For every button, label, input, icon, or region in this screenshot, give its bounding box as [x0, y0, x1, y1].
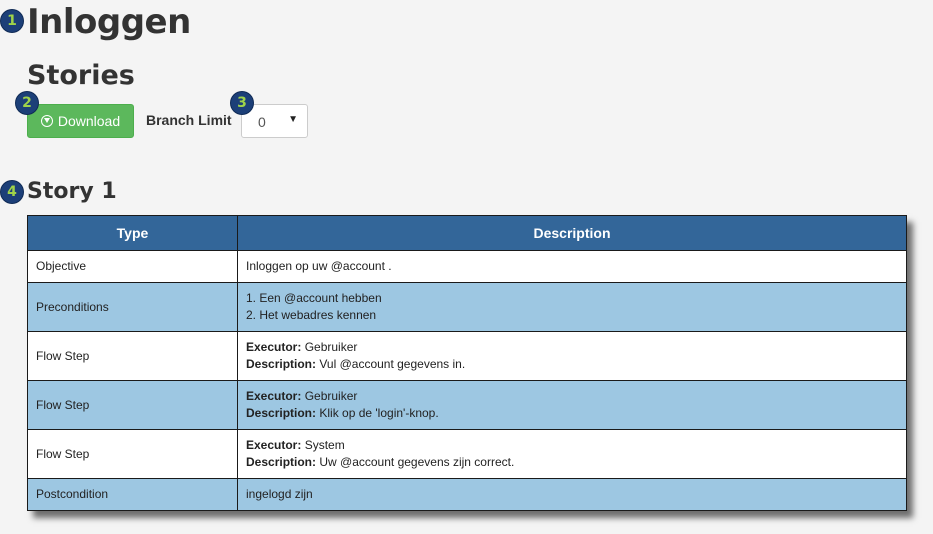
row-description: 1. Een @account hebben 2. Het webadres k…	[237, 282, 907, 332]
row-type: Flow Step	[27, 331, 238, 381]
section-title: Stories	[27, 60, 135, 91]
row-type: Objective	[27, 250, 238, 283]
table-row: Flow Step Executor: Gebruiker Descriptio…	[27, 380, 907, 430]
executor-label: Executor:	[246, 438, 302, 452]
table-row: Flow Step Executor: System Description: …	[27, 429, 907, 479]
row-type: Preconditions	[27, 282, 238, 332]
row-description: ingelogd zijn	[237, 478, 907, 511]
description-value: Vul @account gegevens in.	[319, 357, 466, 371]
annotation-badge-1: 1	[1, 10, 23, 32]
executor-value: Gebruiker	[304, 389, 358, 403]
download-button-label: Download	[57, 113, 121, 129]
column-header-type: Type	[27, 215, 238, 251]
row-type: Postcondition	[27, 478, 238, 511]
executor-value: Gebruiker	[304, 340, 358, 354]
dropdown-arrow-icon: ▼	[288, 114, 298, 125]
table-row: Objective Inloggen op uw @account .	[27, 250, 907, 283]
download-circle-icon	[40, 115, 53, 127]
row-description: Executor: Gebruiker Description: Klik op…	[237, 380, 907, 430]
annotation-badge-4: 4	[1, 181, 23, 203]
description-label: Description:	[246, 455, 317, 469]
table-row: Postcondition ingelogd zijn	[27, 478, 907, 511]
table-row: Flow Step Executor: Gebruiker Descriptio…	[27, 331, 907, 381]
description-value: Uw @account gegevens zijn correct.	[319, 455, 515, 469]
row-type: Flow Step	[27, 380, 238, 430]
page-title: Inloggen	[27, 2, 191, 42]
table-header-row: Type Description	[27, 215, 907, 251]
executor-value: System	[304, 438, 345, 452]
description-value: Klik op de 'login'-knop.	[319, 406, 439, 420]
executor-label: Executor:	[246, 389, 302, 403]
row-description: Executor: Gebruiker Description: Vul @ac…	[237, 331, 907, 381]
annotation-badge-2: 2	[16, 92, 38, 114]
story-title: Story 1	[27, 179, 117, 204]
row-description: Executor: System Description: Uw @accoun…	[237, 429, 907, 479]
branch-limit-value: 0	[258, 114, 266, 130]
description-label: Description:	[246, 406, 317, 420]
precondition-line: 2. Het webadres kennen	[246, 308, 377, 322]
column-header-description: Description	[237, 215, 907, 251]
branch-limit-label: Branch Limit	[146, 112, 232, 128]
download-button[interactable]: Download	[27, 104, 134, 138]
row-type: Flow Step	[27, 429, 238, 479]
precondition-line: 1. Een @account hebben	[246, 291, 382, 305]
table-row: Preconditions 1. Een @account hebben 2. …	[27, 282, 907, 332]
row-description: Inloggen op uw @account .	[237, 250, 907, 283]
story-table: Type Description Objective Inloggen op u…	[27, 215, 907, 511]
annotation-badge-3: 3	[231, 92, 253, 114]
executor-label: Executor:	[246, 340, 302, 354]
description-label: Description:	[246, 357, 317, 371]
